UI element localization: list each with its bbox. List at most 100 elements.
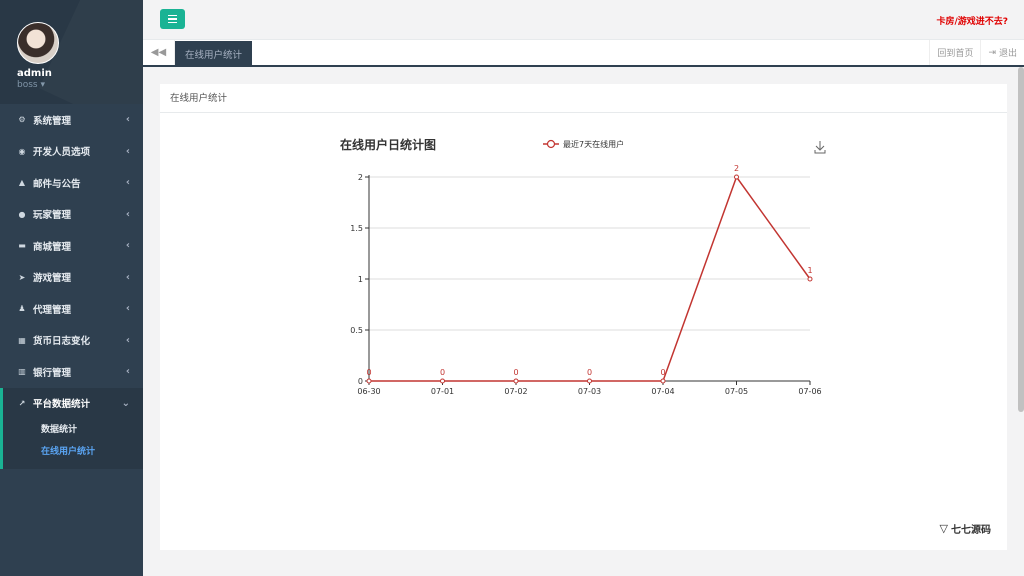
- sidebar-item-agents[interactable]: ♟ 代理管理 ‹: [0, 293, 143, 325]
- home-tab-button[interactable]: 回到首页: [929, 40, 980, 65]
- sidebar-item-label: 平台数据统计: [33, 399, 91, 411]
- sidebar-menu: ⚙ 系统管理 ‹ ◉ 开发人员选项 ‹ ▲ 邮件与公告 ‹ ● 玩家管理 ‹ ▬ 商城管理 ‹ ➤ 游…: [0, 104, 143, 388]
- chart-series: 0 0 0 0 0 2 1: [366, 164, 813, 384]
- hamburger-icon: [168, 14, 177, 17]
- double-left-icon: ◀◀: [150, 47, 167, 58]
- x-tick-label: 07-03: [578, 387, 601, 396]
- chevron-left-icon: ‹: [125, 240, 130, 252]
- tab-online-stats[interactable]: 在线用户统计: [175, 41, 253, 66]
- profile-name: admin: [17, 68, 52, 79]
- sidebar-item-players[interactable]: ● 玩家管理 ‹: [0, 199, 143, 231]
- data-label: 0: [513, 368, 518, 377]
- data-label: 0: [587, 368, 592, 377]
- chart-title: 在线用户日统计图: [340, 137, 436, 152]
- chevron-left-icon: ‹: [125, 145, 130, 157]
- legend-label: 最近7天在线用户: [563, 139, 624, 149]
- sidebar-item-label: 货币日志变化: [33, 336, 91, 348]
- sidebar-item-mail[interactable]: ▲ 邮件与公告 ‹: [0, 167, 143, 199]
- chevron-left-icon: ‹: [125, 334, 130, 346]
- y-tick-label: 0: [358, 377, 363, 386]
- chevron-left-icon: ‹: [125, 271, 130, 283]
- chevron-down-icon: ⌄: [121, 397, 130, 409]
- chevron-left-icon: ‹: [125, 177, 130, 189]
- avatar[interactable]: [17, 22, 59, 64]
- sidebar-item-games[interactable]: ➤ 游戏管理 ‹: [0, 262, 143, 294]
- x-tick-label: 06-30: [357, 387, 380, 396]
- y-tick-label: 2: [358, 173, 363, 182]
- x-tick-label: 07-05: [725, 387, 748, 396]
- sidebar-item-label: 玩家管理: [33, 210, 72, 222]
- chevron-left-icon: ‹: [125, 303, 130, 315]
- data-point[interactable]: [807, 276, 813, 282]
- chart-legend[interactable]: 最近7天在线用户: [543, 139, 624, 149]
- sidebar-item-platform-stats[interactable]: ↗ 平台数据统计 ⌄: [3, 388, 143, 420]
- data-label: 0: [660, 368, 665, 377]
- watermark-logo-icon: ▽: [939, 522, 948, 535]
- sidebar-item-system[interactable]: ⚙ 系统管理 ‹: [0, 104, 143, 136]
- menu-toggle-button[interactable]: [160, 9, 185, 29]
- sidebar-item-label: 代理管理: [33, 304, 72, 316]
- y-tick-label: 1: [358, 275, 363, 284]
- top-navbar: 卡房/游戏进不去?: [143, 0, 1024, 40]
- x-tick-label: 07-02: [504, 387, 527, 396]
- chevron-left-icon: ‹: [125, 114, 130, 126]
- user-icon: ●: [18, 209, 26, 219]
- sidebar-item-bank[interactable]: ▥ 银行管理 ‹: [0, 356, 143, 388]
- cart-icon: ▬: [18, 241, 26, 251]
- data-label: 0: [366, 368, 371, 377]
- y-tick-label: 0.5: [350, 326, 363, 335]
- tabs-actions: 回到首页 ⇥ 退出: [929, 40, 1024, 65]
- data-point[interactable]: [734, 174, 739, 180]
- online-users-chart: 在线用户日统计图 最近7天在线用户 0 0.5 1 1.5 2 06-30 07-01 07-…: [340, 137, 826, 396]
- tabs-bar: ◀◀ 在线用户统计 回到首页 ⇥ 退出: [143, 40, 1024, 67]
- data-point[interactable]: [366, 378, 372, 384]
- data-label: 2: [734, 164, 739, 173]
- sidebar-item-developer[interactable]: ◉ 开发人员选项 ‹: [0, 136, 143, 168]
- logout-button[interactable]: ⇥ 退出: [980, 40, 1024, 65]
- y-tick-label: 1.5: [350, 224, 363, 233]
- sidebar-item-shop[interactable]: ▬ 商城管理 ‹: [0, 230, 143, 262]
- agent-icon: ♟: [18, 304, 26, 314]
- sidebar-item-label: 开发人员选项: [33, 147, 91, 159]
- line-chart-icon: ↗: [18, 398, 26, 408]
- gamepad-icon: ◉: [18, 146, 26, 156]
- chevron-left-icon: ‹: [125, 208, 130, 220]
- watermark: ▽ 七七源码: [940, 521, 991, 536]
- content-panel: 在线用户统计 在线用户日统计图 最近7天在线用户 0 0.5 1 1.5 2 06-30 0…: [160, 84, 1007, 550]
- download-icon[interactable]: [814, 141, 826, 154]
- room-issue-link[interactable]: 卡房/游戏进不去?: [936, 14, 1008, 27]
- sidebar-item-currency-log[interactable]: ▦ 货币日志变化 ‹: [0, 325, 143, 357]
- x-tick-label: 07-04: [651, 387, 674, 396]
- calendar-icon: ▦: [18, 335, 26, 345]
- data-label: 1: [807, 266, 812, 275]
- bank-icon: ▥: [18, 367, 26, 377]
- sidebar-item-label: 邮件与公告: [33, 178, 81, 190]
- sidebar: admin boss ▾ ⚙ 系统管理 ‹ ◉ 开发人员选项 ‹ ▲ 邮件与公告 ‹ ● 玩家…: [0, 0, 143, 576]
- watermark-text: 七七源码: [951, 525, 991, 536]
- x-tick-label: 07-06: [798, 387, 821, 396]
- sign-out-icon: ⇥: [988, 47, 996, 58]
- sidebar-item-label: 商城管理: [33, 241, 72, 253]
- x-tick-label: 07-01: [431, 387, 454, 396]
- bell-icon: ▲: [18, 178, 26, 188]
- data-label: 0: [440, 368, 445, 377]
- chart-grid: [369, 176, 810, 382]
- data-point[interactable]: [440, 378, 445, 384]
- sidebar-subitem-data-stats[interactable]: 数据统计: [3, 419, 143, 441]
- sidebar-item-label: 银行管理: [33, 367, 72, 379]
- tabs-scroll-left-button[interactable]: ◀◀: [143, 40, 175, 65]
- data-point[interactable]: [513, 378, 519, 384]
- sidebar-item-platform-stats-group: ↗ 平台数据统计 ⌄ 数据统计 在线用户统计: [0, 387, 143, 469]
- sidebar-subitem-online-stats[interactable]: 在线用户统计: [3, 441, 143, 463]
- sidebar-item-label: 系统管理: [33, 115, 72, 127]
- rocket-icon: ➤: [18, 272, 26, 282]
- profile-role-dropdown[interactable]: boss ▾: [17, 80, 143, 90]
- data-point[interactable]: [660, 378, 666, 384]
- data-point[interactable]: [587, 378, 592, 384]
- chevron-left-icon: ‹: [125, 366, 130, 378]
- chart-axes: 0 0.5 1 1.5 2 06-30 07-01 07-02 07-03 07-04 07-05 0…: [350, 173, 821, 396]
- page-scrollbar[interactable]: [1018, 67, 1024, 412]
- profile-panel: admin boss ▾: [0, 0, 143, 104]
- gears-icon: ⚙: [18, 115, 26, 125]
- sidebar-item-label: 游戏管理: [33, 273, 72, 285]
